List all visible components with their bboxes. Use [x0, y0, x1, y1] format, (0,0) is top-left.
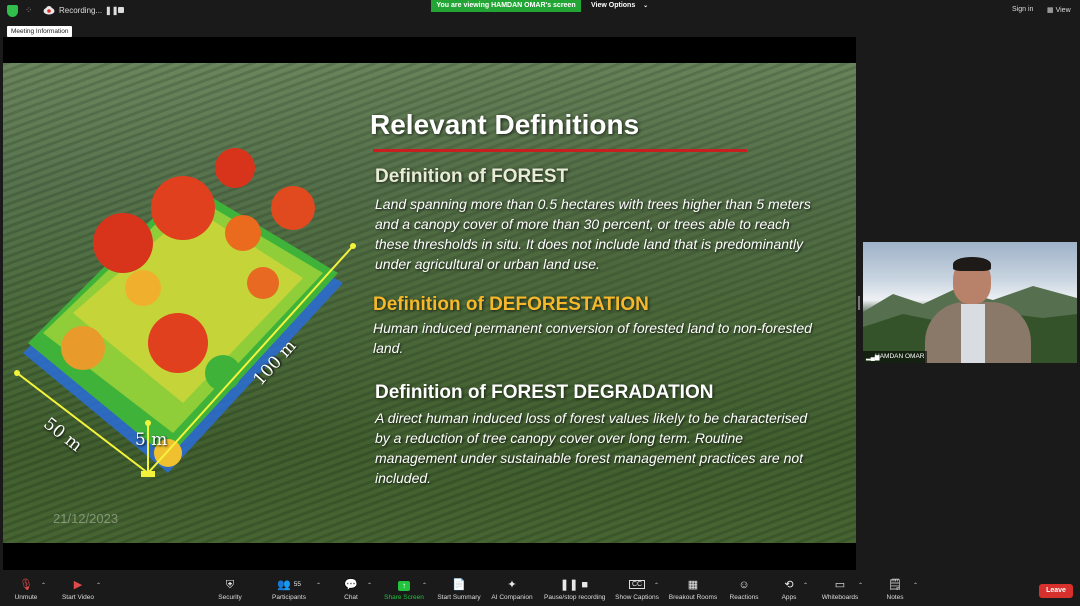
leave-button[interactable]: Leave — [1039, 584, 1073, 598]
forest-heading: Definition of FOREST — [375, 166, 569, 187]
start-video-label: Start Video — [61, 594, 95, 601]
start-summary-button[interactable]: 📄 Start Summary — [429, 578, 489, 603]
chat-caret-icon[interactable]: ⌃ — [367, 582, 372, 589]
share-screen-label: Share Screen — [384, 594, 424, 601]
forest-degradation-definition-text: A direct human induced loss of forest va… — [375, 410, 808, 486]
dimension-label-5m: 5 m — [135, 430, 168, 450]
pause-stop-recording-button[interactable]: ❚❚ ■ Pause/stop recording — [544, 578, 606, 603]
viewing-screen-banner: You are viewing HAMDAN OMAR's screen — [431, 0, 581, 12]
view-button[interactable]: ▦ View — [1047, 6, 1071, 14]
chat-label: Chat — [344, 594, 358, 601]
recording-status-label: Recording... — [59, 6, 103, 15]
summary-document-icon: 📄 — [452, 579, 466, 591]
share-screen-caret-icon[interactable]: ⌃ — [422, 582, 427, 589]
deforestation-definition-text: Human induced permanent conversion of fo… — [373, 320, 812, 356]
view-layout-icon: ▦ — [1047, 7, 1054, 14]
captions-caret-icon[interactable]: ⌃ — [654, 582, 659, 589]
ai-companion-button[interactable]: ✦ AI Companion — [482, 578, 542, 603]
ai-sparkle-icon: ✦ — [507, 579, 517, 591]
stop-recording-icon[interactable] — [118, 7, 124, 13]
top-bar: ⁘ Recording... ❚❚ You are viewing HAMDAN… — [0, 0, 1080, 22]
meeting-information-tooltip[interactable]: Meeting Information — [7, 26, 73, 37]
show-captions-label: Show Captions — [615, 594, 659, 601]
shield-icon: ⛨ — [225, 579, 235, 591]
whiteboards-label: Whiteboards — [821, 594, 859, 601]
ai-companion-label: AI Companion — [491, 594, 533, 601]
pause-stop-label: Pause/stop recording — [544, 594, 606, 601]
start-summary-label: Start Summary — [437, 594, 481, 601]
participants-button[interactable]: 👥 55 Participants — [259, 578, 319, 603]
security-label: Security — [218, 594, 242, 601]
apps-grid-icon[interactable]: ⁘ — [25, 6, 34, 15]
title-underline — [373, 149, 747, 152]
chevron-down-icon: ⌄ — [643, 3, 649, 9]
security-shield-icon[interactable] — [7, 5, 18, 17]
slide-title: Relevant Definitions — [370, 109, 640, 140]
share-screen-icon: ↑ — [398, 581, 410, 591]
forest-definition-text: Land spanning more than 0.5 hectares wit… — [375, 196, 811, 272]
meeting-toolbar: 🎙 Unmute ⌃ ▶ Start Video ⌃ ⛨ Security 👥 … — [0, 574, 1080, 606]
participants-icon: 👥 — [277, 579, 291, 591]
view-options-label: View Options — [591, 2, 636, 9]
lidar-point-cloud-image — [14, 148, 356, 477]
date-watermark: 21/12/2023 — [53, 511, 119, 526]
signal-strength-icon: ▂▄▆ — [866, 355, 880, 361]
notes-label: Notes — [886, 594, 904, 601]
participants-label: Participants — [272, 594, 306, 601]
deforestation-heading: Definition of DEFORESTATION — [373, 294, 649, 315]
view-button-label: View — [1055, 7, 1071, 14]
participant-video-tile[interactable]: HAMDAN OMAR ▂▄▆ — [863, 242, 1077, 363]
notes-caret-icon[interactable]: ⌃ — [913, 582, 918, 589]
pause-recording-icon[interactable]: ❚❚ — [105, 6, 118, 15]
participant-hair — [953, 257, 991, 271]
apps-caret-icon[interactable]: ⌃ — [803, 582, 808, 589]
video-options-caret-icon[interactable]: ⌃ — [96, 582, 101, 589]
presentation-slide: 100 m 50 m 5 m 21/12/2023 Relevant Defin… — [3, 63, 856, 543]
participant-shirt — [961, 304, 985, 363]
sign-in-button[interactable]: Sign in — [1012, 6, 1033, 13]
forest-degradation-heading: Definition of FOREST DEGRADATION — [375, 382, 714, 403]
view-options-button[interactable]: View Options ⌄ — [585, 0, 656, 12]
pause-stop-icon: ❚❚ ■ — [559, 579, 589, 591]
participant-count: 55 — [293, 581, 301, 588]
panel-resize-handle[interactable] — [858, 296, 860, 310]
cloud-recording-icon — [43, 6, 55, 15]
security-button[interactable]: ⛨ Security — [200, 578, 260, 603]
audio-options-caret-icon[interactable]: ⌃ — [41, 582, 46, 589]
whiteboards-caret-icon[interactable]: ⌃ — [858, 582, 863, 589]
